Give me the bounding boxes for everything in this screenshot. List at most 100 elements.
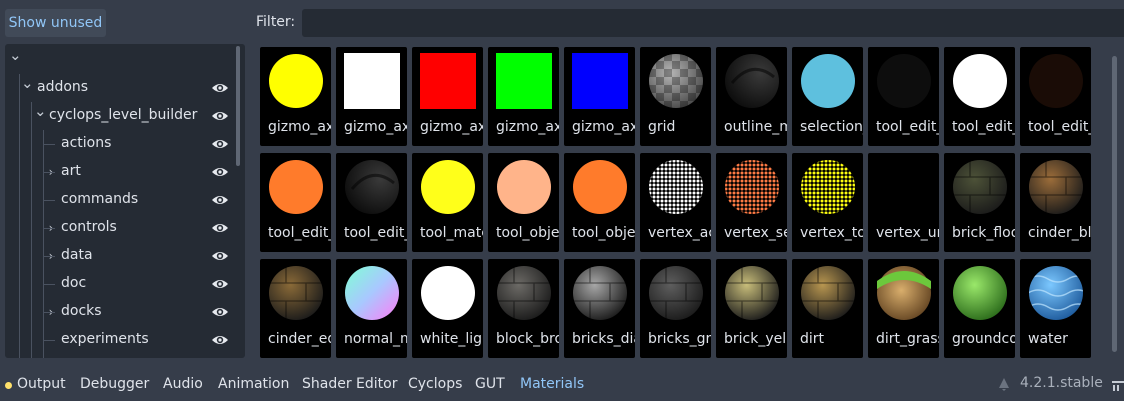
tree-guide-line [19,74,20,358]
material-tile[interactable]: gizmo_axis_x [260,47,331,146]
material-tile[interactable]: brick_yellow [716,259,787,358]
material-tile[interactable]: tool_edit_mat [1020,47,1091,146]
visibility-eye-icon[interactable] [211,193,229,207]
visibility-eye-icon[interactable] [211,81,229,95]
material-name: brick_yellow [724,331,787,347]
tree-item-commands[interactable]: commands [5,186,237,214]
tree-guide-tick [43,144,55,145]
material-tile[interactable]: selection_mat [792,47,863,146]
material-tile[interactable]: vertex_selected [716,153,787,252]
material-tile[interactable]: bricks_diag [564,259,635,358]
material-tile[interactable]: normal_mat [336,259,407,358]
material-tile[interactable]: tool_object [564,153,635,252]
tab-output[interactable]: Output [17,376,66,392]
visibility-eye-icon[interactable] [211,277,229,291]
material-tile[interactable]: block_brown [488,259,559,358]
visibility-eye-icon[interactable] [211,165,229,179]
tree-item-experiments[interactable]: experiments [5,326,237,354]
material-name: gizmo_axis_x [572,119,635,135]
material-name: gizmo_axis_x [496,119,559,135]
material-tile[interactable]: bricks_grey [640,259,711,358]
material-preview [340,51,404,115]
folder-tree[interactable]: ⌄ ⌄ addons ⌄ cyclops_level_builder actions › ar… [5,44,245,358]
show-unused-button[interactable]: Show unused [5,9,106,37]
material-preview [568,51,632,115]
material-preview [420,265,476,321]
chevron-down-icon[interactable]: ⌄ [34,104,47,119]
material-tile[interactable]: groundcover [944,259,1015,358]
material-name: water [1028,331,1068,347]
filter-input[interactable] [302,9,1124,37]
chevron-down-icon[interactable]: ⌄ [9,48,22,63]
tree-item-doc[interactable]: doc [5,270,237,298]
material-tile[interactable]: vertex_active [640,153,711,252]
notification-bell-icon[interactable] [996,376,1012,392]
material-preview [1028,53,1084,109]
material-name: tool_edit_mat [268,225,331,241]
material-name: tool_edit_mat [1028,119,1091,135]
tree-item-root[interactable]: ⌄ [5,46,237,74]
tree-item-data[interactable]: › data [5,242,237,270]
material-name: selection_mat [800,119,863,135]
material-name: tool_edit_mat [876,119,939,135]
visibility-eye-icon[interactable] [211,249,229,263]
material-tile[interactable]: gizmo_axis_x [488,47,559,146]
material-tile[interactable]: cinder_block [1020,153,1091,252]
grid-scrollbar[interactable] [1112,56,1117,352]
material-tile[interactable]: gizmo_axis_x [336,47,407,146]
material-tile[interactable]: tool_edit_mat [944,47,1015,146]
material-tile[interactable]: cinder_edge [260,259,331,358]
visibility-eye-icon[interactable] [211,109,229,123]
chevron-down-icon[interactable]: ⌄ [21,76,34,91]
visibility-eye-icon[interactable] [211,221,229,235]
tab-materials[interactable]: Materials [520,376,584,392]
material-preview [416,51,480,115]
material-tile[interactable]: brick_floor [944,153,1015,252]
tab-animation[interactable]: Animation [218,376,289,392]
tab-cyclops[interactable]: Cyclops [408,376,462,392]
material-tile[interactable]: tool_edit_mat [868,47,939,146]
material-tile[interactable]: gizmo_axis_x [564,47,635,146]
visibility-eye-icon[interactable] [211,333,229,347]
tree-item-art[interactable]: › art [5,158,237,186]
material-tile[interactable]: dirt_grass [868,259,939,358]
material-preview [952,159,1008,215]
tree-guide-line [31,102,32,358]
visibility-eye-icon[interactable] [211,305,229,319]
tree-item-actions[interactable]: actions [5,130,237,158]
panel-layout-icon[interactable] [1112,378,1124,392]
material-name: gizmo_axis_x [268,119,331,135]
tab-shader-editor[interactable]: Shader Editor [302,376,397,392]
material-tile[interactable]: tool_edit_mat [336,153,407,252]
tree-item-cyclops-level-builder[interactable]: ⌄ cyclops_level_builder [5,102,237,130]
tab-gut[interactable]: GUT [475,376,505,392]
material-tile[interactable]: tool_edit_mat [260,153,331,252]
filter-label: Filter: [256,14,296,30]
tree-item-label: experiments [61,331,149,347]
tree-item-controls[interactable]: › controls [5,214,237,242]
filesystem-toolbar: Show unused Filter: [0,0,1124,44]
material-name: vertex_selected [724,225,787,241]
material-preview [496,159,552,215]
material-tile[interactable]: white_light [412,259,483,358]
tab-audio[interactable]: Audio [163,376,203,392]
material-tile[interactable]: tool_object [488,153,559,252]
material-tile[interactable]: gizmo_axis_x [412,47,483,146]
material-name: gizmo_axis_x [420,119,483,135]
material-tile[interactable]: grid [640,47,711,146]
material-preview [420,159,476,215]
material-tile[interactable]: outline_mat [716,47,787,146]
material-tile[interactable]: tool_material [412,153,483,252]
material-tile[interactable]: vertex_tool [792,153,863,252]
tree-item-label: data [61,247,93,263]
material-name: block_brown [496,331,559,347]
tree-item-addons[interactable]: ⌄ addons [5,74,237,102]
material-tile[interactable]: vertex_unselected [868,153,939,252]
material-tile[interactable]: water [1020,259,1091,358]
tab-debugger[interactable]: Debugger [80,376,149,392]
material-preview [1028,265,1084,321]
material-name: groundcover [952,331,1015,347]
material-tile[interactable]: dirt [792,259,863,358]
visibility-eye-icon[interactable] [211,137,229,151]
tree-item-docks[interactable]: › docks [5,298,237,326]
